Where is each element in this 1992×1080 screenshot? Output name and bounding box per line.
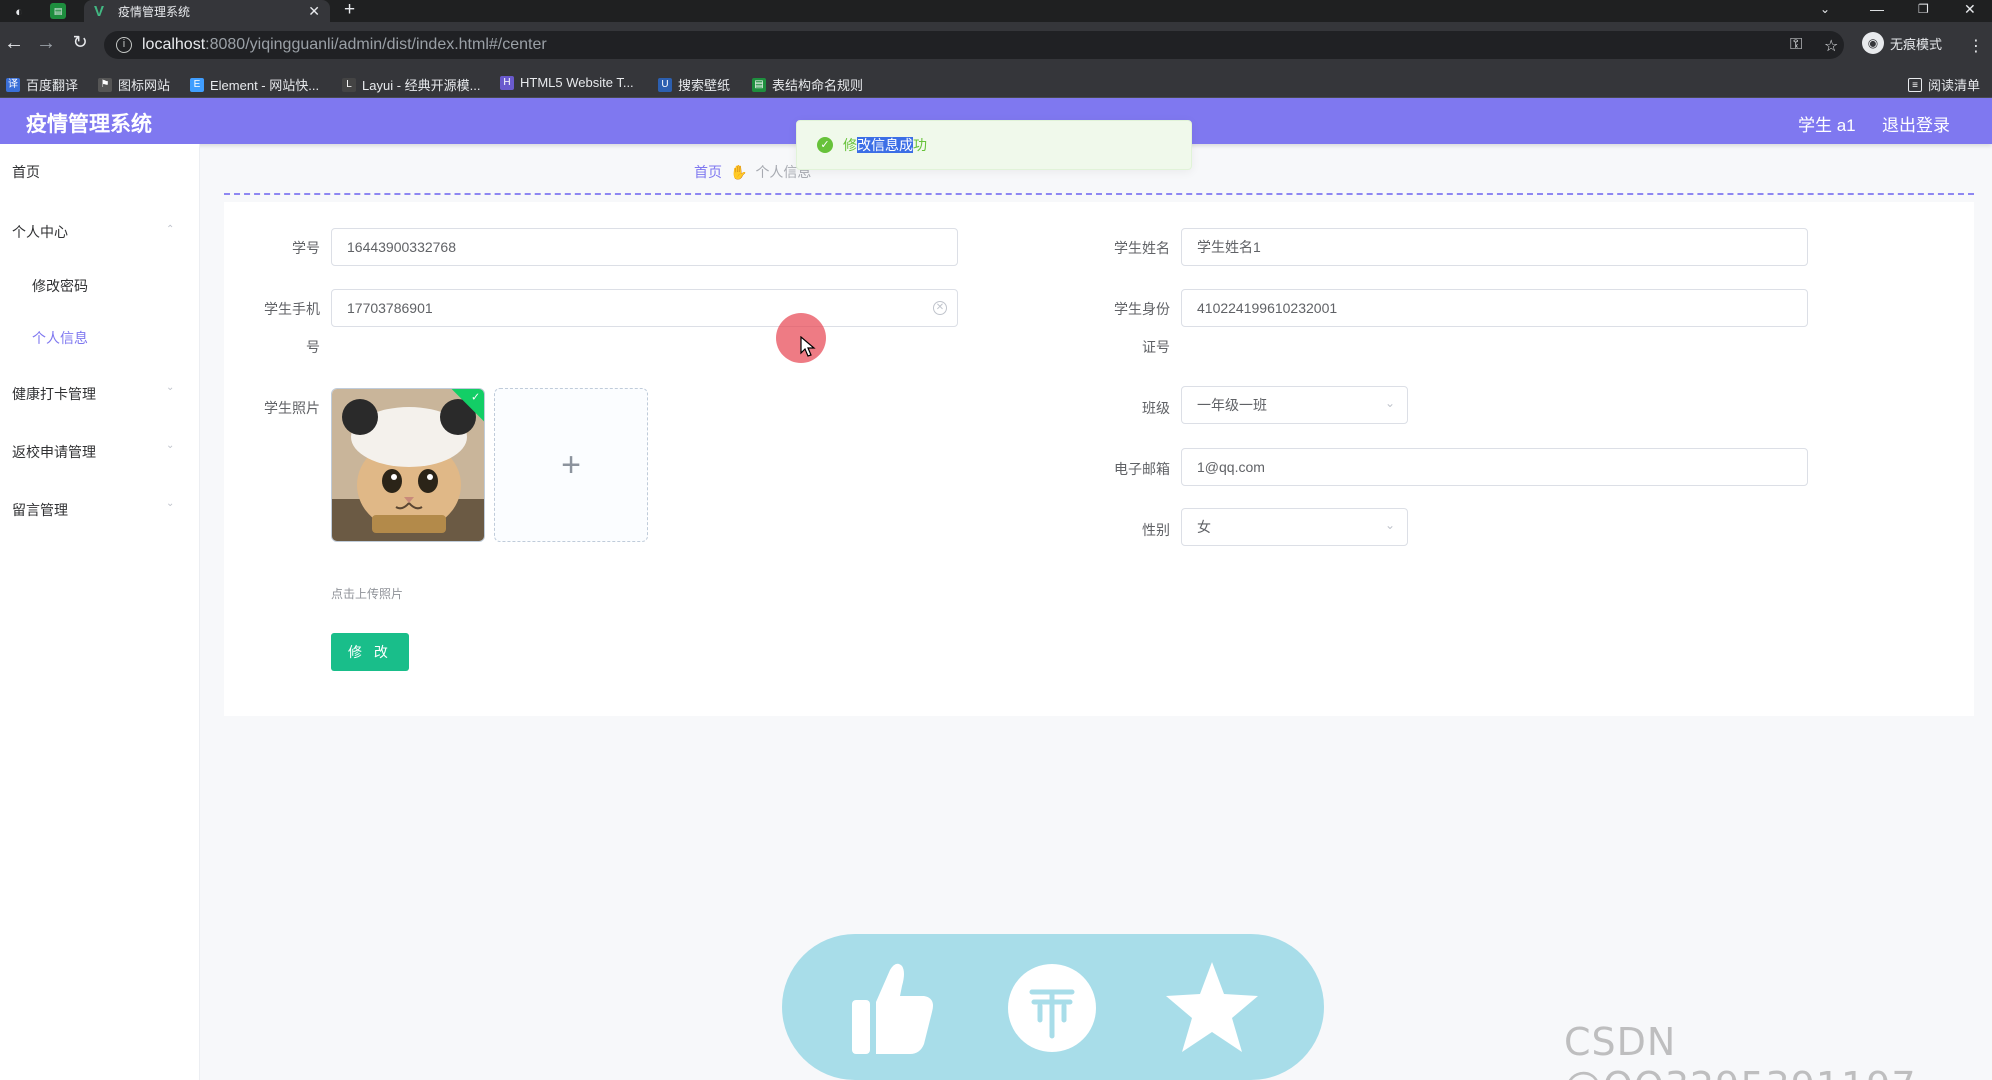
check-circle-icon: ✓ [817, 137, 833, 153]
chevron-up-icon: ⌃ [166, 224, 175, 235]
tab-search-icon[interactable]: ⌄ [1820, 0, 1830, 18]
minimize-button[interactable]: — [1870, 0, 1884, 18]
student-name-input[interactable]: 学生姓名1 [1181, 228, 1808, 266]
idcard-label-cont: 证号 [1142, 339, 1170, 355]
email-label: 电子邮箱 [1114, 461, 1170, 477]
idcard-input[interactable]: 410224199610232001 [1181, 289, 1808, 327]
close-window-button[interactable]: ✕ [1964, 0, 1976, 18]
bookmarks-bar: 译百度翻译 ⚑ 图标网站 E Element - 网站快... L Layui - 经… [0, 70, 1992, 98]
browser-menu-dots-icon[interactable]: ⋮ [1968, 36, 1984, 56]
sidebar-menu: 首页 个人中心 ⌃ 修改密码 个人信息 健康打卡管理 ⌄ 返校申请管理 ⌄ 留言… [0, 144, 200, 1080]
hand-icon: ✋ [730, 163, 748, 180]
breadcrumb-home[interactable]: 首页 [694, 162, 722, 182]
chevron-down-icon: ⌄ [166, 440, 175, 451]
reading-list[interactable]: ≡ 阅读清单 [1908, 75, 1980, 94]
student-no-label: 学号 [292, 240, 320, 256]
wallpaper-icon: U [658, 77, 672, 92]
toast-message: 修改信息成功 [843, 137, 927, 153]
incognito-icon: ◉ [1862, 32, 1884, 54]
bookmark-star-icon[interactable]: ☆ [1824, 36, 1838, 56]
element-icon: E [190, 77, 204, 92]
class-select[interactable]: 一年级一班 ⌄ [1181, 386, 1408, 424]
star-icon[interactable] [1164, 956, 1260, 1060]
browser-tab-strip: ◐ ▤ V 疫情管理系统 ✕ + ⌄ — ❐ ✕ [0, 0, 1992, 22]
chevron-down-icon: ⌄ [1384, 396, 1395, 410]
address-bar[interactable]: i localhost:8080/yiqingguanli/admin/dist… [104, 31, 1844, 59]
upload-photo-button[interactable]: + [494, 388, 648, 542]
idcard-label: 学生身份 [1114, 301, 1170, 317]
bookmark-item[interactable]: ⚑ 图标网站 [98, 75, 170, 94]
phone-label: 学生手机 [264, 301, 320, 317]
success-toast: ✓ 修改信息成功 [796, 120, 1192, 170]
plus-icon: + [561, 445, 581, 484]
flag-icon: ⚑ [98, 77, 112, 92]
gender-label: 性别 [1142, 522, 1170, 538]
sidebar-item-messages[interactable]: 留言管理 [12, 500, 68, 520]
browser-toolbar: ← → ↻ i localhost:8080/yiqingguanli/admi… [0, 22, 1992, 70]
submit-button[interactable]: 修 改 [331, 633, 409, 671]
sidebar-item-health-checkin[interactable]: 健康打卡管理 [12, 384, 96, 404]
html5-icon: H [500, 75, 514, 90]
breadcrumb: 首页 ✋ 个人信息 [694, 162, 811, 182]
bookmark-item[interactable]: H HTML5 Website T... [500, 75, 634, 90]
sidebar-item-home[interactable]: 首页 [12, 162, 40, 182]
bookmark-item[interactable]: ▤ 表结构命名规则 [752, 75, 863, 94]
url-text[interactable]: localhost:8080/yiqingguanli/admin/dist/i… [142, 36, 547, 54]
bookmark-item[interactable]: 译百度翻译 [6, 75, 78, 94]
bookmark-item[interactable]: L Layui - 经典开源模... [342, 75, 480, 94]
watermark: CSDN @QQ3295391197 [1564, 1020, 1916, 1080]
phone-input[interactable]: 17703786901 ✕ [331, 289, 958, 327]
pinned-tab-icon[interactable]: ▤ [50, 3, 66, 19]
upload-tip: 点击上传照片 [331, 587, 404, 601]
current-user: 学生 a1 [1798, 116, 1856, 135]
reading-list-icon: ≡ [1908, 77, 1922, 92]
active-tab[interactable]: V 疫情管理系统 ✕ [84, 0, 330, 22]
site-info-icon[interactable]: i [116, 37, 132, 53]
cat-photo-image [332, 389, 484, 541]
layui-icon: L [342, 77, 356, 92]
restore-button[interactable]: ❐ [1918, 0, 1929, 18]
chevron-down-icon: ⌄ [166, 382, 175, 393]
back-button[interactable]: ← [0, 32, 28, 55]
sidebar-item-personal-info[interactable]: 个人信息 [32, 328, 88, 348]
tab-title: 疫情管理系统 [118, 4, 191, 19]
sidebar-item-change-password[interactable]: 修改密码 [32, 276, 88, 296]
tab-close-icon[interactable]: ✕ [308, 3, 320, 20]
new-tab-button[interactable]: + [344, 0, 355, 20]
clear-icon[interactable]: ✕ [933, 301, 947, 315]
photo-label: 学生照片 [264, 400, 320, 416]
gender-select[interactable]: 女 ⌄ [1181, 508, 1408, 546]
student-name-label: 学生姓名 [1114, 240, 1170, 256]
reload-button[interactable]: ↻ [66, 32, 94, 53]
browser-menu-icon[interactable]: ◐ [10, 2, 28, 20]
chevron-down-icon: ⌄ [166, 498, 175, 509]
forward-button[interactable]: → [32, 32, 60, 55]
class-label: 班级 [1142, 400, 1170, 416]
coin-icon[interactable] [1004, 956, 1100, 1060]
logout-link[interactable]: 退出登录 [1882, 111, 1950, 136]
sidebar-item-personal-center[interactable]: 个人中心 [12, 222, 68, 242]
email-input[interactable]: 1@qq.com [1181, 448, 1808, 486]
like-coin-fav-overlay [782, 934, 1324, 1080]
student-photo[interactable]: ✓ [331, 388, 485, 542]
bookmark-item[interactable]: E Element - 网站快... [190, 75, 319, 94]
student-no-input[interactable]: 16443900332768 [331, 228, 958, 266]
key-icon[interactable]: ⚿ [1790, 36, 1802, 54]
thumbs-up-icon[interactable] [844, 956, 940, 1060]
bookmark-item[interactable]: U 搜索壁纸 [658, 75, 730, 94]
chevron-down-icon: ⌄ [1384, 518, 1395, 532]
app-title: 疫情管理系统 [26, 113, 152, 136]
vue-logo-icon: V [94, 2, 105, 20]
translate-icon: 译 [6, 77, 20, 92]
phone-label-cont: 号 [306, 339, 320, 355]
sidebar-item-return-application[interactable]: 返校申请管理 [12, 442, 96, 462]
mouse-cursor-icon [800, 336, 816, 357]
sheet-icon: ▤ [752, 77, 766, 92]
incognito-indicator[interactable]: ◉ 无痕模式 [1862, 32, 1942, 54]
divider [224, 193, 1974, 195]
